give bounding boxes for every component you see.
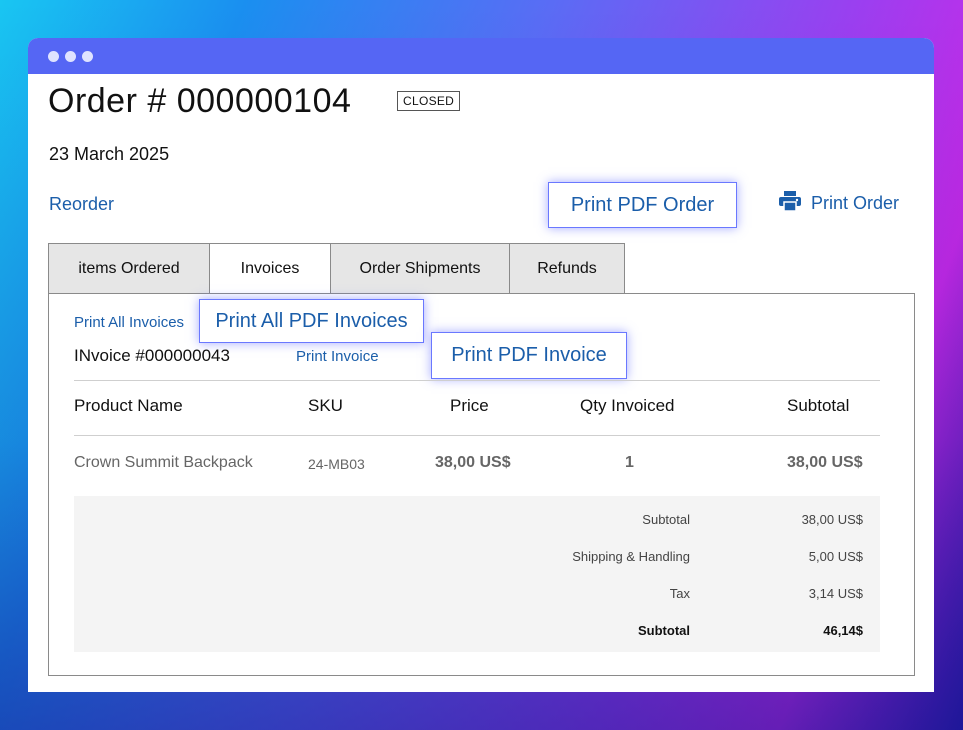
- column-header-qty: Qty Invoiced: [580, 396, 675, 415]
- totals-label: Shipping & Handling: [572, 549, 690, 564]
- print-pdf-invoice-label: Print PDF Invoice: [451, 344, 607, 366]
- totals-value: 3,14 US$: [808, 586, 863, 601]
- grand-total-label: Subtotal: [638, 623, 690, 638]
- column-header-price: Price: [450, 396, 489, 415]
- totals-value: 38,00 US$: [801, 512, 863, 527]
- tab-items-ordered[interactable]: items Ordered: [48, 243, 210, 294]
- print-all-pdf-invoices-button[interactable]: Print All PDF Invoices: [199, 299, 424, 343]
- divider: [74, 435, 880, 436]
- divider: [74, 380, 880, 381]
- order-date: 23 March 2025: [49, 144, 170, 164]
- reorder-link[interactable]: Reorder: [49, 194, 114, 215]
- column-header-sku: SKU: [308, 396, 343, 415]
- print-pdf-order-button[interactable]: Print PDF Order: [548, 182, 737, 228]
- totals-value: 5,00 US$: [808, 549, 863, 564]
- column-header-product: Product Name: [74, 396, 183, 415]
- column-header-subtotal: Subtotal: [787, 396, 850, 415]
- cell-qty: 1: [625, 454, 634, 471]
- app-window: Order # 000000104 CLOSED 23 March 2025 R…: [28, 38, 934, 692]
- print-invoice-link[interactable]: Print Invoice: [296, 348, 379, 365]
- tab-order-shipments[interactable]: Order Shipments: [330, 243, 510, 294]
- order-tabs: items Ordered Invoices Order Shipments R…: [48, 243, 625, 294]
- totals-label: Subtotal: [642, 512, 690, 527]
- status-badge: CLOSED: [397, 91, 461, 111]
- invoice-number: INvoice #000000043: [74, 346, 230, 365]
- totals-label: Tax: [669, 586, 690, 601]
- print-pdf-invoice-button[interactable]: Print PDF Invoice: [431, 332, 627, 379]
- cell-price: 38,00 US$: [435, 454, 511, 471]
- printer-icon: [779, 191, 801, 216]
- tab-refunds[interactable]: Refunds: [509, 243, 625, 294]
- invoices-panel: Print All Invoices Print All PDF Invoice…: [48, 293, 915, 676]
- totals-summary: Subtotal 38,00 US$ Shipping & Handling 5…: [74, 496, 880, 652]
- grand-total-value: 46,14$: [823, 623, 863, 638]
- tab-label: Refunds: [537, 259, 597, 277]
- tab-invoices[interactable]: Invoices: [209, 243, 331, 294]
- window-dot-icon: [82, 50, 93, 62]
- window-dot-icon: [65, 50, 76, 62]
- page-title: Order # 000000104: [48, 82, 352, 120]
- print-all-pdf-invoices-label: Print All PDF Invoices: [215, 309, 408, 332]
- print-all-invoices-link[interactable]: Print All Invoices: [74, 314, 184, 331]
- window-dot-icon: [48, 50, 59, 62]
- cell-sku: 24-MB03: [308, 456, 365, 472]
- print-order-link[interactable]: Print Order: [779, 191, 899, 216]
- cell-subtotal: 38,00 US$: [787, 454, 863, 471]
- print-order-label: Print Order: [811, 193, 900, 213]
- tab-label: Order Shipments: [359, 259, 481, 277]
- print-pdf-order-label: Print PDF Order: [570, 193, 715, 216]
- window-titlebar: [28, 38, 934, 74]
- tab-label: Invoices: [240, 259, 300, 277]
- tab-label: items Ordered: [78, 259, 180, 277]
- cell-product: Crown Summit Backpack: [74, 454, 253, 471]
